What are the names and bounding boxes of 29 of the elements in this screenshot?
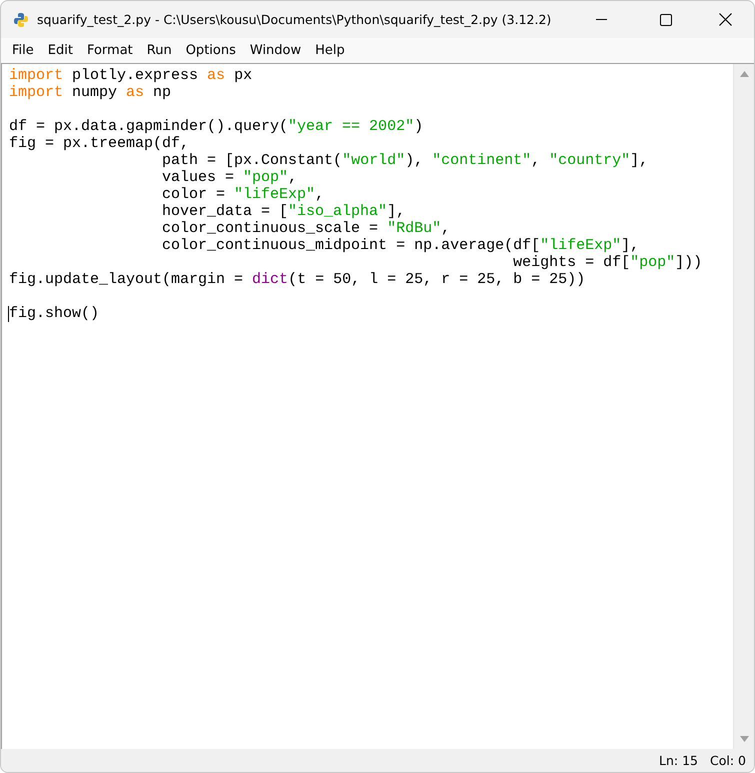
code-line: fig = px.treemap(df, <box>9 135 190 152</box>
code-line: path = [px.Constant("world"), "continent", "country"], <box>161 152 648 169</box>
column-status: Col: 0 <box>710 753 746 768</box>
menu-item[interactable]: Help <box>310 43 350 58</box>
code-line: import plotly.express as px <box>9 67 252 84</box>
code-line: weights = df["pop"])) <box>512 254 702 271</box>
code-line: fig.show() <box>9 305 100 322</box>
close-icon[interactable] <box>719 13 732 26</box>
code-line: hover_data = ["iso_alpha"], <box>161 203 406 220</box>
window-title: squarify_test_2.py - C:\Users\kousu\Documents\Python\squarify_test_2.py (3.12.2) <box>37 12 552 27</box>
menu-item[interactable]: Edit <box>42 43 78 58</box>
code-line: fig.update_layout(margin = dict(t = 50, l = 25, r = 25, b = 25)) <box>9 271 586 288</box>
scroll-down-icon[interactable] <box>740 736 748 742</box>
maximize-icon[interactable] <box>660 14 672 26</box>
menu-item[interactable]: Options <box>180 43 241 58</box>
code-line: color_continuous_scale = "RdBu", <box>161 220 450 237</box>
scrollbar[interactable] <box>733 64 754 749</box>
python-icon <box>13 12 29 28</box>
line-number-status: Ln: 15 <box>659 753 698 768</box>
menu-item[interactable]: Format <box>82 43 138 58</box>
menu-item[interactable]: Window <box>244 43 306 58</box>
scroll-up-icon[interactable] <box>740 71 748 77</box>
code-line: values = "pop", <box>161 169 298 186</box>
menu-item[interactable]: Run <box>142 43 177 58</box>
code-line: color = "lifeExp", <box>161 186 324 203</box>
code-line: df = px.data.gapminder().query("year == 2002") <box>9 118 424 135</box>
code-line: import numpy as np <box>9 84 172 101</box>
code-line: color_continuous_midpoint = np.average(df["lifeExp"], <box>161 237 640 254</box>
menu-item[interactable]: File <box>7 43 39 58</box>
